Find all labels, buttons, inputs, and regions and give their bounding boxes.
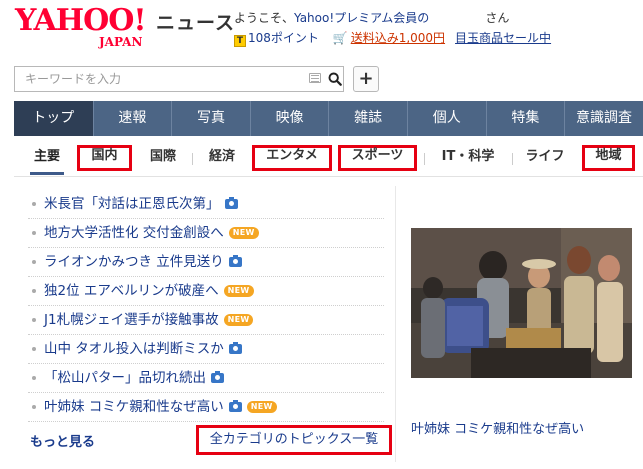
topic-photo[interactable] (411, 228, 632, 378)
tab-photos[interactable]: 写真 (171, 101, 250, 136)
main-nav: トップ 速報 写真 映像 雑誌 個人 特集 意識調査 (14, 101, 643, 136)
tab-breaking[interactable]: 速報 (92, 101, 172, 136)
category-separator (512, 153, 513, 165)
points-bar: T 108ポイント 🛒 送料込み1,000円 目玉商品セール中 (234, 30, 551, 47)
service-name[interactable]: ニュース (156, 12, 235, 34)
news-item[interactable]: J1札幌ジェイ選手が接触事故 NEW (28, 306, 384, 335)
welcome-message: ようこそ、Yahoo!プレミアム会員の さん (234, 10, 509, 26)
category-international[interactable]: 国際 (144, 147, 182, 169)
tab-features[interactable]: 特集 (485, 101, 565, 136)
photo-caption[interactable]: 叶姉妹 コミケ親和性なぜ高い (411, 418, 584, 437)
camera-icon (211, 371, 224, 383)
news-title: 叶姉妹 コミケ親和性なぜ高い (44, 399, 224, 415)
news-title: ライオンかみつき 立件見送り (44, 254, 224, 270)
tab-video[interactable]: 映像 (249, 101, 329, 136)
panel-divider (395, 186, 396, 462)
news-item[interactable]: 地方大学活性化 交付金創設へ NEW (28, 219, 384, 248)
search-button[interactable] (325, 67, 345, 91)
welcome-prefix: ようこそ、 (234, 11, 295, 25)
add-button[interactable]: + (353, 66, 379, 92)
category-nav: 主要 国内 国際 経済 エンタメ スポーツ IT・科学 ライフ 地域 (14, 141, 643, 175)
search-box (14, 66, 344, 92)
new-badge: NEW (228, 227, 259, 239)
search-input[interactable] (15, 67, 311, 91)
category-it-science[interactable]: IT・科学 (434, 147, 502, 169)
logo-main-text: YAHOO! (15, 3, 147, 38)
logo-sub-text: JAPAN (99, 35, 143, 49)
t-point-icon: T (234, 35, 246, 47)
nav-divider (14, 176, 643, 177)
news-title: 米長官「対話は正恩氏次第」 (44, 196, 220, 212)
search-icon (328, 72, 342, 86)
yahoo-japan-logo[interactable]: YAHOO! JAPAN (15, 6, 155, 50)
news-item[interactable]: ライオンかみつき 立件見送り (28, 248, 384, 277)
tab-magazine[interactable]: 雑誌 (328, 101, 407, 136)
new-badge: NEW (223, 285, 254, 297)
news-list: 米長官「対話は正恩氏次第」 地方大学活性化 交付金創設へ NEW ライオンかみつき… (28, 190, 384, 422)
news-title: 独2位 エアベルリンが破産へ (44, 283, 219, 299)
category-economy[interactable]: 経済 (202, 147, 242, 169)
category-regional[interactable]: 地域 (582, 145, 635, 171)
header: YAHOO! JAPAN ニュース ようこそ、Yahoo!プレミアム会員の さん … (0, 0, 643, 58)
category-sports[interactable]: スポーツ (338, 145, 417, 171)
camera-icon (228, 342, 242, 354)
category-domestic[interactable]: 国内 (77, 145, 132, 171)
premium-member-link[interactable]: Yahoo!プレミアム会員の (294, 11, 429, 25)
news-item[interactable]: 叶姉妹 コミケ親和性なぜ高い NEW (28, 393, 384, 422)
all-categories-link[interactable]: 全カテゴリのトピックス一覧 (196, 425, 392, 455)
promo-sale-link[interactable]: 目玉商品セール中 (455, 31, 551, 45)
tab-survey[interactable]: 意識調査 (564, 101, 643, 136)
news-title: 「松山パター」品切れ続出 (44, 370, 206, 386)
news-item[interactable]: 山中 タオル投入は判断ミスか (28, 335, 384, 364)
category-life[interactable]: ライフ (520, 147, 570, 169)
new-badge: NEW (223, 314, 254, 326)
news-item[interactable]: 独2位 エアベルリンが破産へ NEW (28, 277, 384, 306)
keyboard-icon[interactable] (309, 73, 321, 83)
news-title: 地方大学活性化 交付金創設へ (44, 225, 224, 241)
points-link[interactable]: 108ポイント (248, 31, 319, 45)
camera-icon (224, 197, 238, 209)
camera-icon (228, 255, 242, 267)
tab-individual[interactable]: 個人 (406, 101, 486, 136)
news-item[interactable]: 「松山パター」品切れ続出 (28, 364, 384, 393)
news-title: J1札幌ジェイ選手が接触事故 (44, 312, 219, 328)
new-badge: NEW (246, 401, 277, 413)
welcome-suffix: さん (485, 11, 510, 25)
category-main[interactable]: 主要 (30, 147, 64, 175)
news-item[interactable]: 米長官「対話は正恩氏次第」 (28, 190, 384, 219)
category-separator (192, 153, 193, 165)
tab-top[interactable]: トップ (14, 101, 93, 136)
cart-icon: 🛒 (332, 31, 348, 45)
camera-icon (228, 400, 242, 412)
promo-shipping-link[interactable]: 送料込み1,000円 (351, 31, 445, 45)
more-news-link[interactable]: もっと見る (30, 431, 95, 450)
category-entertainment[interactable]: エンタメ (252, 145, 332, 171)
category-separator (424, 153, 425, 165)
news-title: 山中 タオル投入は判断ミスか (44, 341, 224, 357)
photo-image (411, 228, 632, 378)
